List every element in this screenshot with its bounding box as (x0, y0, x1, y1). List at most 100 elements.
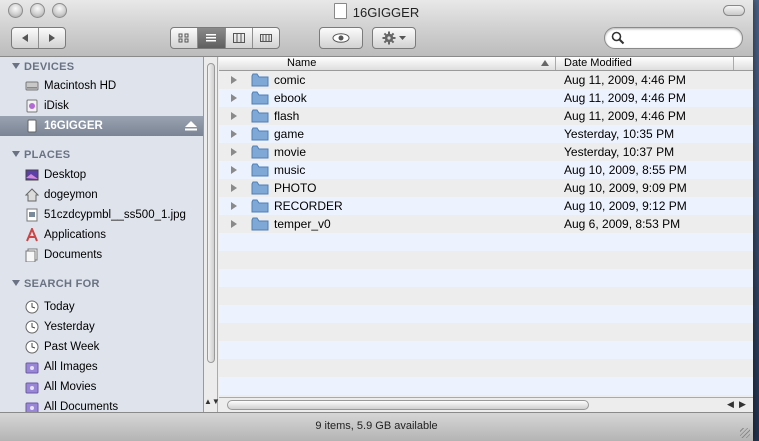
disclosure-triangle-icon[interactable] (231, 94, 237, 102)
disclosure-triangle-icon[interactable] (231, 220, 237, 228)
hard-drive-icon (25, 81, 39, 91)
horizontal-scroll-thumb[interactable] (227, 400, 589, 410)
sidebar: DEVICES Macintosh HD iDisk 16GIGGER PLAC… (0, 57, 204, 412)
sidebar-item-desktop[interactable]: Desktop (0, 165, 203, 185)
chevron-down-icon (398, 36, 406, 40)
sidebar-section-devices[interactable]: DEVICES (12, 61, 74, 73)
sidebar-item-macintosh-hd[interactable]: Macintosh HD (0, 76, 203, 96)
clock-icon (25, 300, 39, 314)
list-item[interactable]: comic Aug 11, 2009, 4:46 PM (219, 71, 753, 89)
list-item[interactable]: movie Yesterday, 10:37 PM (219, 143, 753, 161)
folder-icon (251, 217, 269, 231)
title-bar[interactable]: 16GIGGER (0, 0, 753, 57)
column-header-date-modified[interactable]: Date Modified (564, 57, 632, 69)
disclosure-triangle-icon[interactable] (231, 112, 237, 120)
list-item[interactable]: RECORDER Aug 10, 2009, 9:12 PM (219, 197, 753, 215)
sidebar-section-places[interactable]: PLACES (12, 149, 70, 161)
icon-view-button[interactable] (171, 28, 199, 48)
folder-icon (251, 199, 269, 213)
quick-look-button[interactable] (319, 27, 363, 49)
horizontal-scrollbar[interactable]: ◀ ▶ (219, 397, 753, 412)
clock-icon (25, 320, 39, 334)
eject-icon[interactable] (185, 121, 197, 131)
search-icon (611, 31, 625, 45)
empty-row (219, 251, 753, 269)
disclosure-triangle-icon[interactable] (231, 148, 237, 156)
list-item[interactable]: game Yesterday, 10:35 PM (219, 125, 753, 143)
applications-icon (26, 228, 38, 242)
back-arrow-icon (22, 34, 28, 42)
disclosure-triangle-icon[interactable] (231, 202, 237, 210)
list-item[interactable]: ebook Aug 11, 2009, 4:46 PM (219, 89, 753, 107)
scroll-right-arrow-icon[interactable]: ▶ (739, 399, 746, 410)
sidebar-item-idisk[interactable]: iDisk (0, 96, 203, 116)
list-item[interactable]: PHOTO Aug 10, 2009, 9:09 PM (219, 179, 753, 197)
empty-row (219, 269, 753, 287)
eye-icon (332, 33, 350, 43)
sort-ascending-icon (541, 60, 549, 66)
sidebar-item-16gigger[interactable]: 16GIGGER (0, 116, 203, 136)
forward-button[interactable] (39, 28, 65, 48)
empty-row (219, 341, 753, 359)
gear-icon (382, 31, 395, 45)
sidebar-item-today[interactable]: Today (0, 297, 203, 317)
resize-grip-icon[interactable] (740, 428, 750, 438)
back-button[interactable] (12, 28, 39, 48)
folder-icon (251, 109, 269, 123)
disclosure-triangle-icon[interactable] (231, 184, 237, 192)
list-view-button[interactable] (198, 28, 226, 48)
empty-row (219, 305, 753, 323)
window-title: 16GIGGER (0, 3, 753, 20)
toolbar-toggle-button[interactable] (723, 5, 745, 16)
smart-folder-icon (25, 382, 39, 394)
clock-icon (25, 340, 39, 354)
sidebar-scrollbar[interactable] (204, 57, 218, 412)
sidebar-item-yesterday[interactable]: Yesterday (0, 317, 203, 337)
folder-icon (251, 145, 269, 159)
status-text: 9 items, 5.9 GB available (315, 420, 438, 432)
search-field[interactable] (604, 27, 743, 49)
column-view-button[interactable] (226, 28, 253, 48)
action-menu-button[interactable] (372, 27, 416, 49)
list-item[interactable]: music Aug 10, 2009, 8:55 PM (219, 161, 753, 179)
folder-icon (251, 127, 269, 141)
empty-row (219, 233, 753, 251)
sidebar-scroll-arrows[interactable]: ▲▼ (204, 397, 220, 412)
empty-row (219, 323, 753, 341)
list-item[interactable]: flash Aug 11, 2009, 4:46 PM (219, 107, 753, 125)
volume-icon (333, 3, 347, 19)
disclosure-triangle-icon[interactable] (231, 166, 237, 174)
sidebar-item-documents[interactable]: Documents (0, 245, 203, 265)
sidebar-item-all-documents[interactable]: All Documents (0, 397, 203, 412)
desktop-background (753, 0, 759, 441)
sidebar-item-past-week[interactable]: Past Week (0, 337, 203, 357)
sidebar-section-search-for[interactable]: SEARCH FOR (12, 278, 100, 290)
sidebar-item-all-movies[interactable]: All Movies (0, 377, 203, 397)
list-header: Name Date Modified (219, 57, 753, 71)
smart-folder-icon (25, 362, 39, 374)
empty-row (219, 359, 753, 377)
sidebar-item-home[interactable]: dogeymon (0, 185, 203, 205)
desktop-icon (25, 169, 39, 181)
sidebar-scroll-thumb[interactable] (207, 63, 215, 363)
column-divider[interactable] (555, 57, 556, 70)
forward-arrow-icon (49, 34, 55, 42)
disclosure-triangle-icon[interactable] (231, 76, 237, 84)
scroll-left-arrow-icon[interactable]: ◀ (727, 399, 734, 410)
column-header-name[interactable]: Name (287, 57, 316, 69)
finder-window: 16GIGGER DEVICES Macintosh HD iDisk 16GI… (0, 0, 753, 441)
list-view-icon (206, 34, 217, 42)
coverflow-view-button[interactable] (253, 28, 279, 48)
column-divider[interactable] (733, 57, 734, 70)
sidebar-item-applications[interactable]: Applications (0, 225, 203, 245)
sidebar-item-image-file[interactable]: 51czdcypmbl__ss500_1.jpg (0, 205, 203, 225)
folder-icon (251, 163, 269, 177)
smart-folder-icon (25, 402, 39, 412)
list-item[interactable]: temper_v0 Aug 6, 2009, 8:53 PM (219, 215, 753, 233)
sidebar-item-all-images[interactable]: All Images (0, 357, 203, 377)
coverflow-view-icon (259, 34, 272, 42)
empty-row (219, 287, 753, 305)
disclosure-triangle-icon[interactable] (231, 130, 237, 138)
folder-icon (251, 181, 269, 195)
documents-icon (25, 248, 38, 262)
